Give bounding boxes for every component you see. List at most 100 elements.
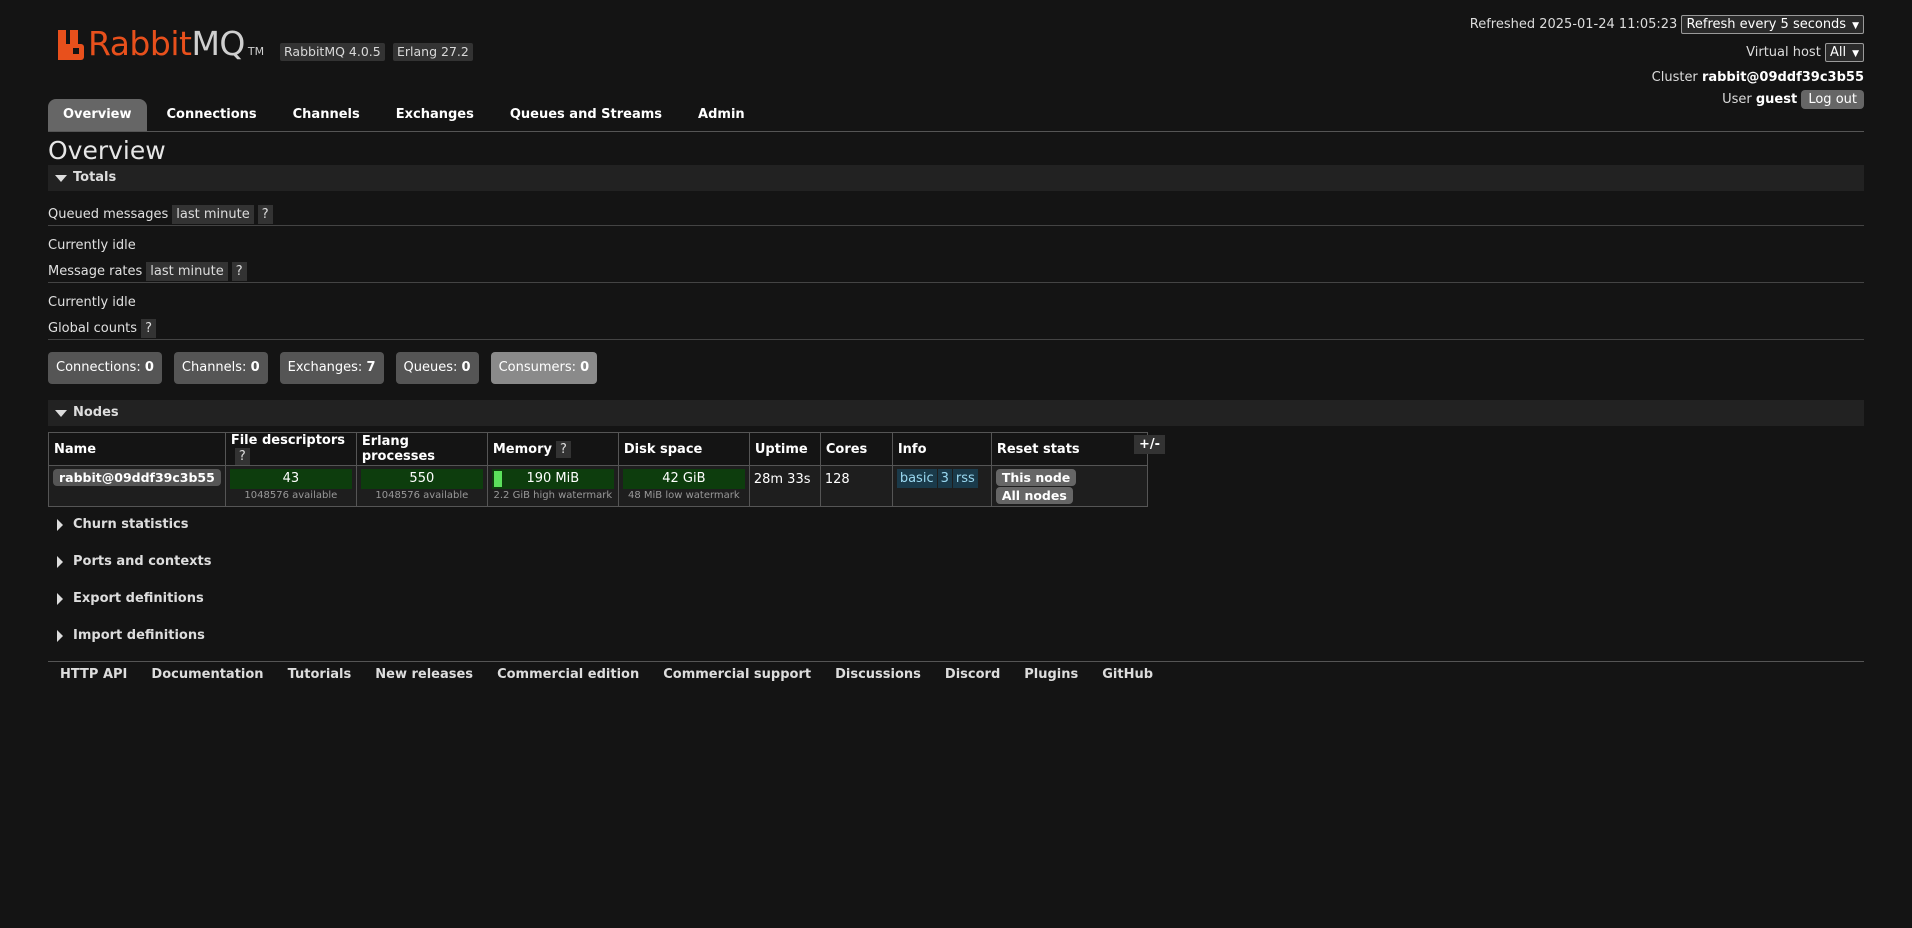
tab-channels[interactable]: Channels	[277, 99, 376, 131]
tab-overview[interactable]: Overview	[48, 99, 147, 131]
reset-all-nodes-button[interactable]: All nodes	[995, 487, 1073, 504]
footer-link-plugins[interactable]: Plugins	[1024, 667, 1078, 682]
message-rates-row: Message rates last minute?	[48, 262, 247, 282]
global-counts-row: Global counts?	[48, 319, 156, 339]
tabs-divider	[48, 131, 1864, 132]
rabbitmq-logo[interactable]: RabbitMQ TM	[58, 24, 264, 60]
info-cell: basic 3 rss	[891, 465, 992, 507]
footer-link-new-releases[interactable]: New releases	[375, 667, 473, 682]
col-header-cores: Cores	[819, 432, 893, 466]
message-rates-help[interactable]: ?	[231, 262, 247, 281]
triangle-right-icon	[57, 519, 63, 531]
user-name: guest	[1755, 92, 1798, 107]
footer-link-documentation[interactable]: Documentation	[151, 667, 263, 682]
refresh-interval-select[interactable]: Refresh every 5 seconds ▼	[1681, 15, 1864, 34]
col-header-memory: Memory?	[486, 432, 619, 466]
cluster-label: Cluster	[1651, 70, 1698, 85]
ports-and-contexts-section[interactable]: Ports and contexts	[48, 552, 211, 572]
col-header-erlang-processes: Erlang processes	[355, 432, 488, 466]
footer-link-github[interactable]: GitHub	[1102, 667, 1153, 682]
global-counts-label: Global counts	[48, 321, 138, 336]
refreshed-timestamp: Refreshed 2025-01-24 11:05:23	[1469, 17, 1678, 32]
churn-statistics-section[interactable]: Churn statistics	[48, 515, 189, 535]
col-header-uptime: Uptime	[748, 432, 821, 466]
footer-link-commercial-support[interactable]: Commercial support	[663, 667, 811, 682]
col-header-name: Name	[48, 432, 226, 466]
erlang-version-badge: Erlang 27.2	[393, 43, 473, 61]
file-descriptors-help[interactable]: ?	[234, 448, 250, 465]
totals-title: Totals	[73, 170, 117, 185]
queues-count-button[interactable]: Queues: 0	[395, 352, 479, 384]
global-counts-help[interactable]: ?	[141, 319, 156, 338]
cluster-row: Cluster rabbit@09ddf39c3b55	[1652, 70, 1864, 85]
divider	[48, 339, 1864, 340]
chevron-down-icon: ▼	[1852, 49, 1859, 59]
export-definitions-section[interactable]: Export definitions	[48, 589, 204, 609]
chevron-down-icon: ▼	[1852, 21, 1859, 31]
disk-space-cell: 42 GiB 48 MiB low watermark	[617, 465, 750, 507]
col-header-reset-stats: Reset stats	[990, 432, 1148, 466]
file-descriptors-cell: 43 1048576 available	[224, 465, 357, 507]
message-rates-label: Message rates	[48, 264, 143, 279]
logo-text: RabbitMQ	[88, 24, 245, 63]
erlang-processes-available: 1048576 available	[375, 490, 469, 501]
footer-link-commercial-edition[interactable]: Commercial edition	[497, 667, 639, 682]
triangle-right-icon	[57, 630, 63, 642]
uptime-cell: 28m 33s	[748, 465, 821, 507]
tab-connections[interactable]: Connections	[151, 99, 273, 131]
logout-button[interactable]: Log out	[1801, 90, 1864, 109]
rabbitmq-logo-icon	[58, 30, 84, 60]
queued-messages-row: Queued messages last minute?	[48, 205, 273, 225]
col-header-info: Info	[891, 432, 992, 466]
rabbitmq-version-badge: RabbitMQ 4.0.5	[280, 43, 385, 61]
memory-gauge: 190 MiB	[491, 469, 614, 489]
queued-messages-help[interactable]: ?	[257, 205, 273, 224]
memory-help[interactable]: ?	[555, 440, 571, 458]
tab-queues-and-streams[interactable]: Queues and Streams	[494, 99, 678, 131]
info-badge-basic: basic	[896, 469, 937, 488]
info-badge-rss: rss	[952, 469, 978, 488]
cores-value: 128	[824, 472, 850, 487]
divider	[48, 282, 1864, 283]
import-definitions-section[interactable]: Import definitions	[48, 626, 205, 646]
footer-link-discord[interactable]: Discord	[945, 667, 1000, 682]
divider	[48, 225, 1864, 226]
triangle-right-icon	[57, 593, 63, 605]
tab-admin[interactable]: Admin	[682, 99, 761, 131]
main-nav-tabs: Overview Connections Channels Exchanges …	[48, 99, 765, 131]
vhost-select[interactable]: All ▼	[1824, 43, 1864, 62]
footer-link-tutorials[interactable]: Tutorials	[288, 667, 352, 682]
column-toggle-button[interactable]: +/-	[1134, 435, 1166, 454]
triangle-right-icon	[57, 556, 63, 568]
logo-trademark: TM	[247, 45, 265, 58]
user-row: User guest Log out	[1722, 90, 1864, 109]
file-descriptors-gauge: 43	[229, 469, 352, 489]
footer-link-http-api[interactable]: HTTP API	[60, 667, 127, 682]
message-rates-range-badge[interactable]: last minute	[146, 262, 228, 281]
memory-cell: 190 MiB 2.2 GiB high watermark	[486, 465, 619, 507]
totals-section-header[interactable]: Totals	[48, 165, 1864, 191]
reset-this-node-button[interactable]: This node	[995, 469, 1077, 486]
footer-link-discussions[interactable]: Discussions	[835, 667, 921, 682]
node-name-cell: rabbit@09ddf39c3b55	[48, 465, 226, 507]
reset-stats-cell: This nodeAll nodes	[990, 465, 1148, 507]
node-name-link[interactable]: rabbit@09ddf39c3b55	[53, 469, 221, 486]
tab-exchanges[interactable]: Exchanges	[380, 99, 490, 131]
file-descriptors-available: 1048576 available	[244, 490, 338, 501]
connections-count-button[interactable]: Connections: 0	[48, 352, 162, 384]
cluster-name: rabbit@09ddf39c3b55	[1701, 70, 1864, 85]
message-rates-idle-text: Currently idle	[48, 295, 136, 310]
consumers-count-button[interactable]: Consumers: 0	[490, 352, 598, 384]
exchanges-count-button[interactable]: Exchanges: 7	[279, 352, 384, 384]
vhost-row: Virtual host All ▼	[1746, 43, 1864, 62]
channels-count-button[interactable]: Channels: 0	[173, 352, 268, 384]
queued-messages-idle-text: Currently idle	[48, 238, 136, 253]
vhost-label: Virtual host	[1746, 45, 1821, 60]
page-title: Overview	[48, 136, 166, 165]
disk-space-gauge: 42 GiB	[622, 469, 745, 489]
erlang-processes-cell: 550 1048576 available	[355, 465, 488, 507]
queued-messages-label: Queued messages	[48, 207, 169, 222]
nodes-section-header[interactable]: Nodes	[48, 400, 1864, 426]
col-header-disk-space: Disk space	[617, 432, 750, 466]
queued-messages-range-badge[interactable]: last minute	[172, 205, 254, 224]
